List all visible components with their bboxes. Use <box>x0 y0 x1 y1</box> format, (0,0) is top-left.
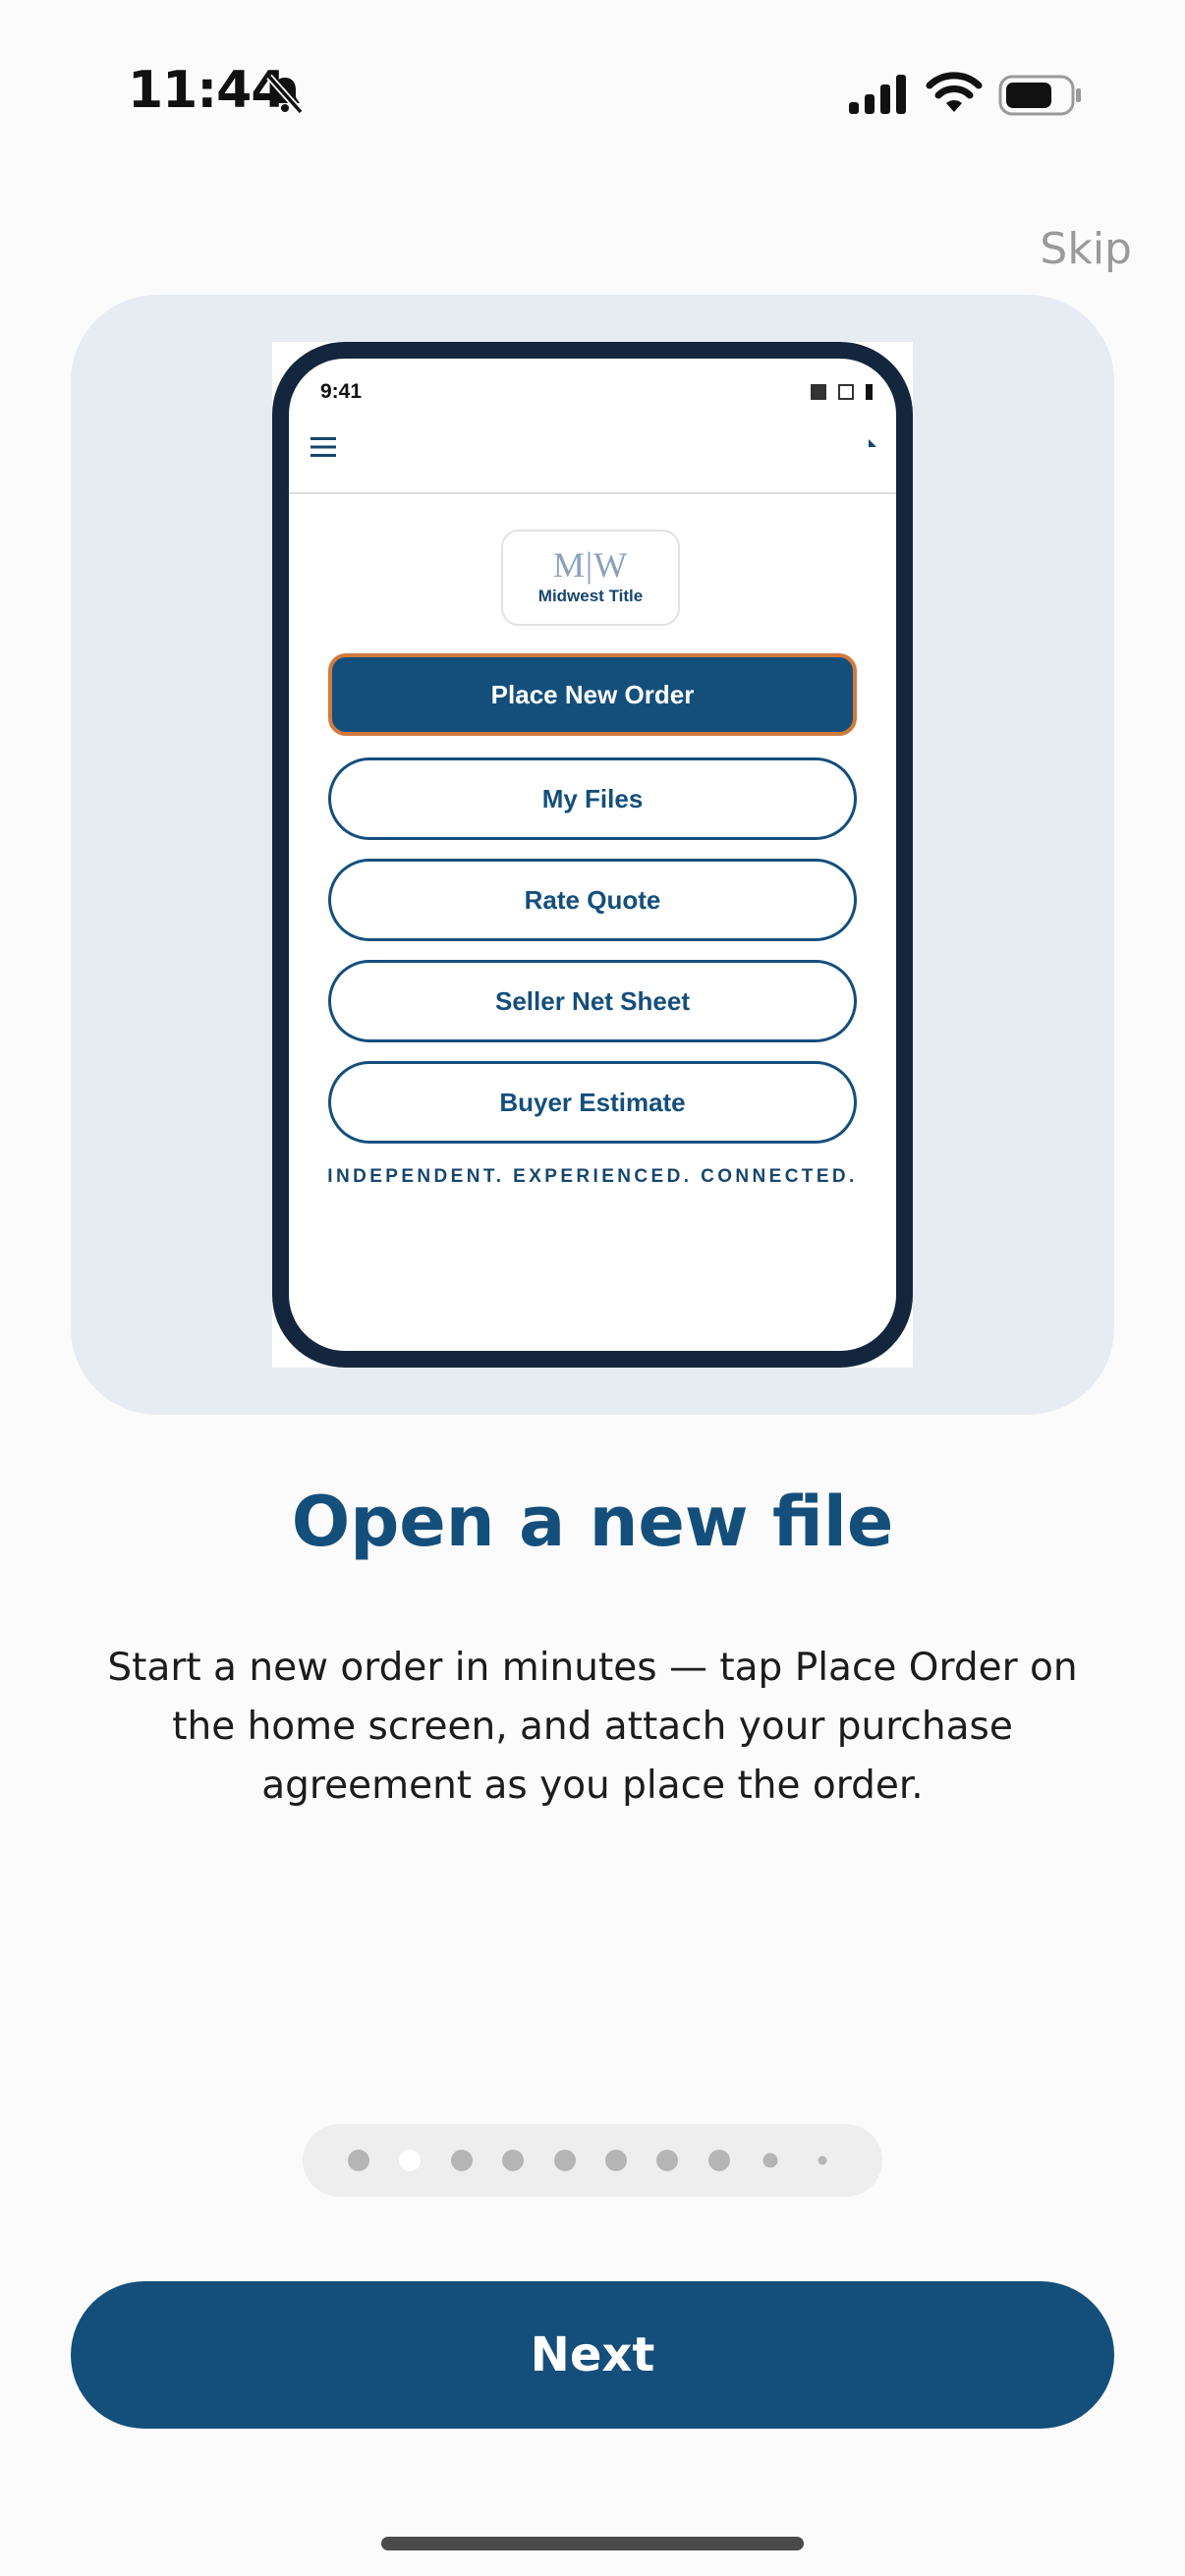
page-dot-active[interactable] <box>399 2150 422 2171</box>
mock-logo-mark: M|W <box>552 545 629 585</box>
page-dot[interactable] <box>818 2156 827 2165</box>
mock-corner-mark-icon <box>869 439 876 447</box>
mock-logo-text: Midwest Title <box>537 587 644 605</box>
mock-status-icons <box>811 384 873 400</box>
status-time: 11:44 <box>128 61 287 120</box>
mock-logo: M|W Midwest Title <box>501 530 680 626</box>
mock-menu-icon <box>310 437 336 457</box>
mock-signal-icon <box>811 384 826 400</box>
bell-slash-icon <box>266 74 304 115</box>
mock-buyer-estimate-button: Buyer Estimate <box>328 1061 857 1144</box>
page-dot[interactable] <box>656 2150 679 2171</box>
wifi-icon <box>926 72 983 112</box>
mock-status-time: 9:41 <box>320 380 363 403</box>
mock-battery-icon <box>866 384 873 400</box>
mock-divider <box>289 492 896 494</box>
mock-tagline: INDEPENDENT. EXPERIENCED. CONNECTED. <box>327 1166 858 1187</box>
page-dot[interactable] <box>553 2150 576 2171</box>
battery-icon <box>998 75 1081 116</box>
mock-rate-quote-button: Rate Quote <box>328 859 857 941</box>
page-dot[interactable] <box>605 2150 627 2171</box>
page-indicator[interactable] <box>303 2124 882 2197</box>
page-dot[interactable] <box>348 2150 369 2171</box>
page-description: Start a new order in minutes — tap Place… <box>107 1646 1078 1808</box>
cellular-signal-icon <box>849 75 906 114</box>
onboarding-screen: 11:44 Skip 9:41 M|W Midwest Title Place … <box>0 0 1185 2576</box>
mock-my-files-button: My Files <box>328 757 857 840</box>
page-title: Open a new file <box>291 1482 894 1562</box>
page-dot[interactable] <box>762 2153 778 2168</box>
mock-wifi-icon <box>838 384 854 400</box>
home-indicator <box>381 2537 804 2550</box>
mock-place-new-order-button: Place New Order <box>328 653 857 736</box>
page-dot[interactable] <box>707 2150 730 2171</box>
phone-mockup: 9:41 M|W Midwest Title Place New Order M… <box>272 342 913 1368</box>
next-button[interactable]: Next <box>71 2281 1114 2429</box>
page-dot[interactable] <box>502 2150 525 2171</box>
page-dot[interactable] <box>450 2150 473 2171</box>
skip-button[interactable]: Skip <box>1040 224 1132 274</box>
mock-seller-net-sheet-button: Seller Net Sheet <box>328 960 857 1042</box>
